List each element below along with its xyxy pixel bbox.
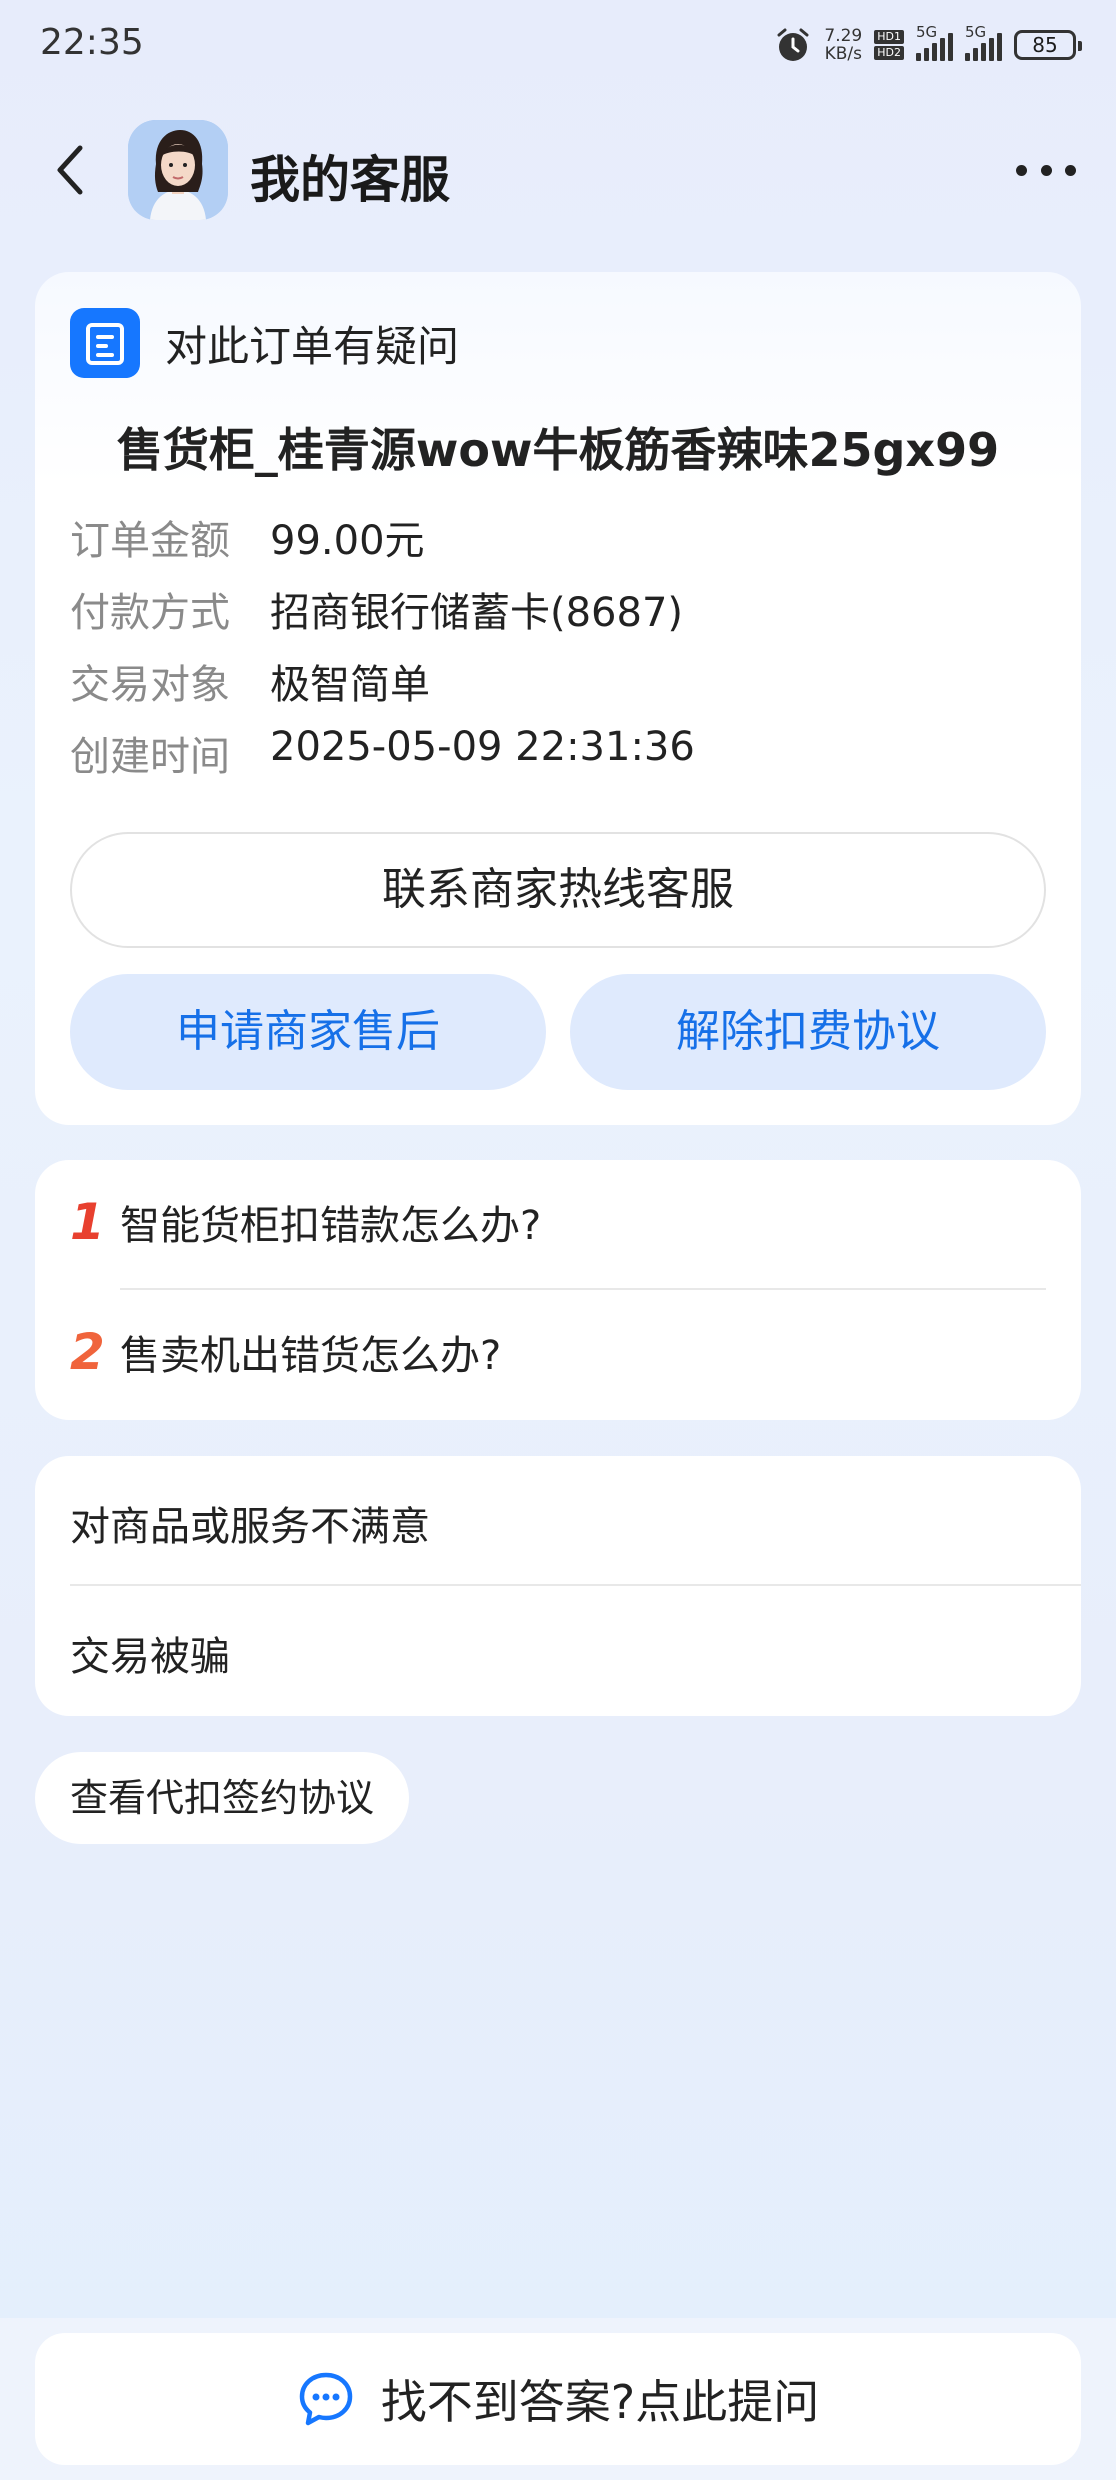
info-value: 极智简单 [270, 662, 430, 708]
status-bar: 22:35 7.29 KB/s HD1 HD2 5G 5G 85 [0, 0, 1116, 90]
signal-icon-1: 5G [916, 23, 953, 61]
issue-item-dissatisfied[interactable]: 对商品或服务不满意 [70, 1494, 430, 1552]
order-card: 对此订单有疑问 售货柜_桂青源wow牛板筋香辣味25gx99 订单金额 99.0… [35, 272, 1081, 1125]
chat-bubble-icon [299, 2372, 353, 2426]
status-time: 22:35 [40, 22, 144, 63]
back-button[interactable] [50, 140, 90, 200]
signal1-label: 5G [916, 23, 938, 41]
status-icons: 7.29 KB/s HD1 HD2 5G 5G 85 [774, 22, 1082, 68]
faq-item[interactable]: 2 售卖机出错货怎么办? [70, 1312, 501, 1392]
order-document-icon [70, 308, 140, 378]
dot-icon [1040, 164, 1052, 176]
info-row-amount: 订单金额 99.00元 [70, 508, 425, 566]
faq-card: 1 智能货柜扣错款怎么办? 2 售卖机出错货怎么办? [35, 1160, 1081, 1420]
page-title: 我的客服 [250, 151, 450, 209]
signal2-label: 5G [965, 23, 987, 41]
network-speed-value: 7.29 [824, 26, 863, 46]
header: 我的客服 [0, 110, 1116, 230]
contact-merchant-hotline-button[interactable]: 联系商家热线客服 [70, 832, 1046, 948]
order-card-header: 对此订单有疑问 [70, 308, 459, 378]
dot-icon [1016, 164, 1027, 176]
info-row-payment: 付款方式 招商银行储蓄卡(8687) [70, 580, 683, 638]
dot-icon [1065, 164, 1076, 176]
alarm-icon [777, 28, 809, 61]
info-label: 交易对象 [70, 662, 230, 708]
faq-item[interactable]: 1 智能货柜扣错款怎么办? [70, 1182, 541, 1262]
faq-number: 2 [70, 1323, 105, 1381]
network-speed-unit: KB/s [824, 44, 863, 64]
bottom-bar: 找不到答案?点此提问 [0, 2318, 1116, 2480]
faq-number: 1 [70, 1193, 105, 1251]
hd2-label: HD2 [874, 46, 904, 60]
info-value: 2025-05-09 22:31:36 [270, 724, 695, 770]
chevron-left-icon [57, 145, 83, 195]
divider [120, 1288, 1046, 1290]
battery-icon: 85 [1014, 30, 1082, 60]
info-row-created-time: 创建时间 2025-05-09 22:31:36 [70, 724, 695, 782]
info-row-counterparty: 交易对象 极智简单 [70, 652, 430, 710]
hd1-label: HD1 [874, 30, 904, 44]
hd-icon: HD1 HD2 [874, 30, 904, 60]
ask-question-label: 找不到答案?点此提问 [380, 2375, 820, 2429]
info-value: 99.00元 [270, 518, 425, 564]
signal-icon-2: 5G [965, 23, 1002, 61]
divider [70, 1584, 1081, 1586]
product-name: 售货柜_桂青源wow牛板筋香辣味25gx99 [116, 423, 1000, 477]
info-label: 订单金额 [70, 518, 230, 564]
assistant-avatar-icon [128, 120, 228, 220]
view-deduction-agreement-link[interactable]: 查看代扣签约协议 [35, 1752, 410, 1844]
battery-level: 85 [1032, 33, 1058, 57]
issue-card: 对商品或服务不满意 交易被骗 [35, 1456, 1081, 1716]
faq-text: 售卖机出错货怎么办? [120, 1333, 502, 1379]
cancel-deduction-agreement-button[interactable]: 解除扣费协议 [570, 974, 1046, 1090]
more-options-button[interactable] [1016, 150, 1076, 190]
apply-after-sale-button[interactable]: 申请商家售后 [70, 974, 546, 1090]
info-value: 招商银行储蓄卡(8687) [270, 590, 684, 636]
info-label: 付款方式 [70, 590, 230, 636]
faq-text: 智能货柜扣错款怎么办? [120, 1203, 542, 1249]
avatar[interactable] [128, 120, 228, 220]
ask-question-button[interactable]: 找不到答案?点此提问 [35, 2333, 1081, 2465]
network-speed: 7.29 KB/s [824, 27, 862, 63]
info-label: 创建时间 [70, 734, 230, 780]
order-card-title: 对此订单有疑问 [165, 321, 460, 371]
issue-item-fraud[interactable]: 交易被骗 [70, 1624, 230, 1682]
